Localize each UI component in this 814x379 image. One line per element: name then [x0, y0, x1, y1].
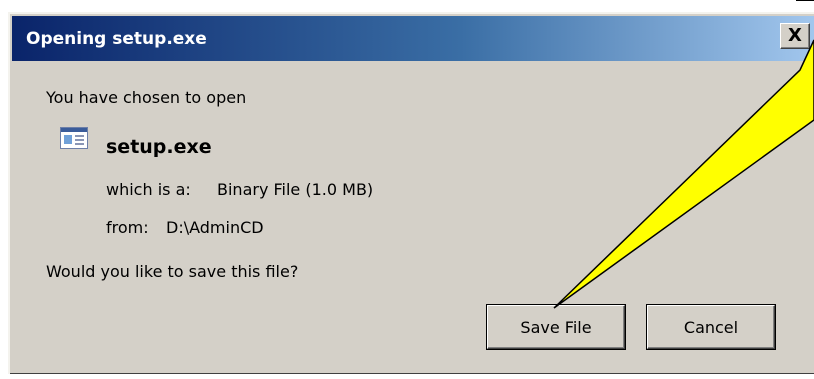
file-icon — [60, 127, 88, 149]
intro-text: You have chosen to open — [46, 88, 247, 107]
dialog-titlebar[interactable]: Opening setup.exe — [12, 16, 814, 61]
type-value: Binary File (1.0 MB) — [217, 180, 374, 199]
cancel-button[interactable]: Cancel — [647, 305, 775, 349]
save-file-button[interactable]: Save File — [487, 305, 625, 349]
from-label: from: — [106, 218, 149, 237]
from-value: D:\AdminCD — [166, 218, 264, 237]
type-label: which is a: — [106, 180, 191, 199]
save-question: Would you like to save this file? — [46, 262, 299, 281]
file-name: setup.exe — [106, 136, 212, 158]
dialog-title: Opening setup.exe — [26, 28, 207, 49]
close-button[interactable]: X — [780, 23, 810, 49]
